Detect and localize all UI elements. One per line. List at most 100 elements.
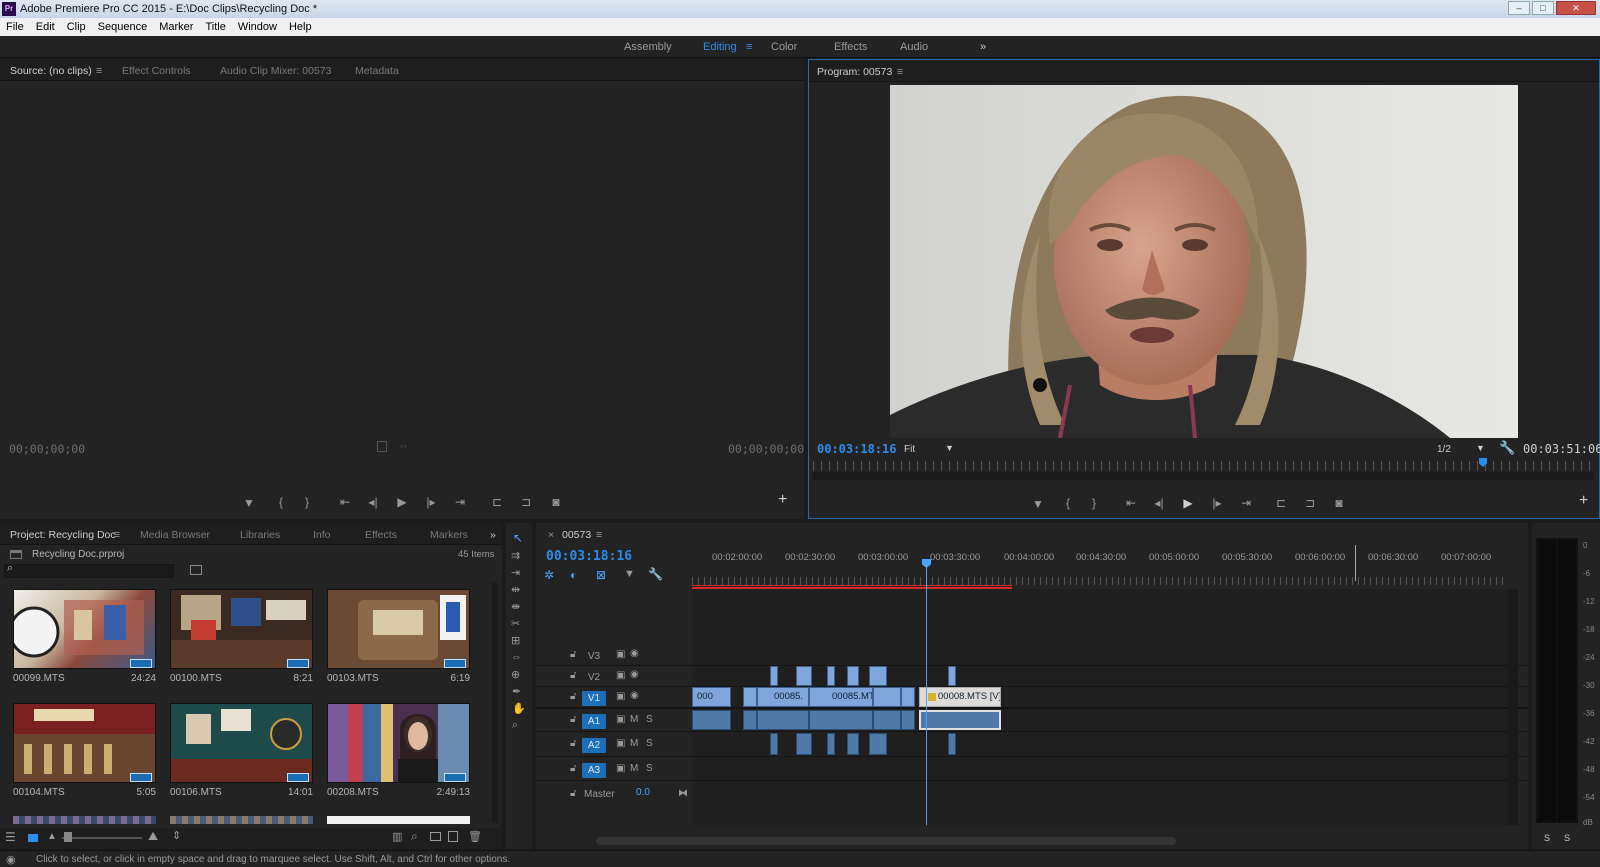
icon-view-icon[interactable] [28,834,38,842]
track-lock-icon[interactable]: 🔓︎ [570,714,576,725]
source-insert-icon[interactable]: ⊏ [488,495,506,509]
pen-tool-icon[interactable]: ✒ [512,685,521,698]
program-step-forward-icon[interactable]: |▸ [1208,496,1226,510]
tab-markers[interactable]: Markers [430,529,468,541]
solo-track-button[interactable]: S [646,738,653,749]
track-spread-tool-icon[interactable]: ⊕ [511,668,520,681]
freeform-view-icon[interactable]: ▲ [47,831,57,842]
track-name-a2[interactable]: A2 [582,738,606,753]
timeline-add-marker-icon[interactable]: ▼ [624,568,635,580]
track-lock-icon[interactable]: 🔓︎ [570,738,576,749]
program-panel-menu-icon[interactable]: ≡ [897,66,903,78]
tab-sequence-00573[interactable]: 00573 [562,529,591,541]
list-view-icon[interactable]: ☰ [5,830,16,844]
a1-clip[interactable] [873,710,901,730]
new-search-bin-icon[interactable] [190,565,202,575]
source-go-to-out-icon[interactable]: ⇥ [451,495,469,509]
meter-solo-left-button[interactable]: S [1544,833,1550,843]
zoom-dropdown-chevron-icon[interactable]: ▼ [945,443,954,453]
a1-clip-selected[interactable] [919,710,1001,730]
program-go-to-out-icon[interactable]: ⇥ [1237,496,1255,510]
program-resolution-select[interactable]: 1/2 [1437,444,1451,455]
tab-audio-clip-mixer[interactable]: Audio Clip Mixer: 00573 [220,65,331,77]
toggle-track-output-eye-icon[interactable]: ◉ [630,648,639,659]
v1-clip-00085b[interactable]: 00085.MT [809,687,873,707]
workspace-audio[interactable]: Audio [900,41,928,53]
workspace-overflow-icon[interactable]: » [980,41,986,53]
rate-stretch-tool-icon[interactable]: ⇼ [511,600,520,613]
v2-clip[interactable] [827,666,835,686]
timeline-vertical-scrollbar[interactable] [1508,589,1518,825]
solo-track-button[interactable]: S [646,763,653,774]
source-step-back-icon[interactable]: ◂| [364,495,382,509]
menu-title[interactable]: Title [199,18,231,36]
toggle-sync-lock-icon[interactable]: ▣ [616,670,625,681]
hand-tool-icon[interactable]: ✋ [512,702,526,715]
insert-overwrite-sequences-icon[interactable]: ✲ [544,568,554,582]
toggle-sync-lock-icon[interactable]: ▣ [616,691,625,702]
v2-clip[interactable] [796,666,812,686]
new-item-icon[interactable] [448,831,458,842]
v1-clip[interactable] [743,687,757,707]
a2-clip[interactable] [948,733,956,755]
menu-window[interactable]: Window [232,18,283,36]
source-drag-video-icon[interactable] [377,441,387,452]
source-patch-a1[interactable]: A1 [582,714,606,729]
a1-clip[interactable] [743,710,757,730]
track-name-v3[interactable]: V3 [582,649,606,664]
program-mark-in-icon[interactable]: { [1059,496,1077,510]
toggle-sync-lock-icon[interactable]: ▣ [616,763,625,774]
clip-name-00100[interactable]: 00100.MTS [170,673,222,684]
v1-clip[interactable] [901,687,915,707]
settings-wrench-icon[interactable]: 🔧 [1499,440,1515,456]
snap-icon[interactable]: ◐ [570,568,577,582]
workspace-color[interactable]: Color [771,41,797,53]
toggle-track-output-eye-icon[interactable]: ◉ [630,690,639,701]
v1-clip[interactable] [873,687,901,707]
menu-edit[interactable]: Edit [30,18,61,36]
close-window-icon[interactable]: ✕ [1556,1,1596,15]
track-name-a3[interactable]: A3 [582,763,606,778]
tab-effects[interactable]: Effects [365,529,397,541]
project-panel-menu-icon[interactable]: ≡ [114,529,120,541]
timeline-playhead-line[interactable] [926,567,927,825]
tab-effect-controls[interactable]: Effect Controls [122,65,191,77]
program-mark-out-icon[interactable]: } [1085,496,1103,510]
program-add-marker-icon[interactable]: ▼ [1029,497,1047,511]
program-zoom-select[interactable]: Fit [904,444,915,455]
tab-program[interactable]: Program: 00573 [817,66,892,78]
tab-metadata[interactable]: Metadata [355,65,399,77]
ripple-edit-tool-icon[interactable]: ⇥ [511,566,520,579]
trash-icon[interactable]: 🗑 [468,830,482,843]
clip-thumbnail-00104[interactable] [13,703,156,783]
workspace-effects[interactable]: Effects [834,41,867,53]
program-extract-icon[interactable]: ⊐ [1301,496,1319,510]
program-zoom-scrollbar[interactable] [813,472,1593,480]
v1-clip-00085a[interactable]: 00085. [757,687,809,707]
source-overwrite-icon[interactable]: ⊐ [517,495,535,509]
slide-tool-icon[interactable]: ⇔ [511,651,522,663]
program-lift-icon[interactable]: ⊏ [1272,496,1290,510]
rolling-edit-tool-icon[interactable]: ⇹ [511,583,520,596]
timeline-panel-menu-icon[interactable]: ≡ [596,529,602,541]
source-timecode-in[interactable]: 00;00;00;00 [9,442,85,456]
clip-thumbnail-partial[interactable] [170,816,313,824]
tab-source[interactable]: Source: (no clips) [10,65,92,77]
program-step-back-icon[interactable]: ◂| [1150,496,1168,510]
workspace-assembly[interactable]: Assembly [624,41,672,53]
source-go-to-in-icon[interactable]: ⇤ [336,495,354,509]
source-drag-audio-icon[interactable]: ⇔ [398,440,409,452]
v2-clip[interactable] [869,666,887,686]
resolution-dropdown-chevron-icon[interactable]: ▼ [1476,443,1485,453]
a2-clip[interactable] [796,733,812,755]
tab-media-browser[interactable]: Media Browser [140,529,210,541]
v1-clip-000[interactable]: 000 [692,687,731,707]
clip-name-00106[interactable]: 00106.MTS [170,787,222,798]
tab-project[interactable]: Project: Recycling Doc [10,529,116,541]
clip-thumbnail-00103[interactable] [327,589,470,669]
find-icon[interactable]: ⌕ [411,829,418,844]
clip-thumbnail-00106[interactable] [170,703,313,783]
track-lock-icon[interactable]: 🔓︎ [570,788,576,799]
source-play-icon[interactable]: ▶ [393,495,411,509]
clip-name-00208[interactable]: 00208.MTS [327,787,379,798]
